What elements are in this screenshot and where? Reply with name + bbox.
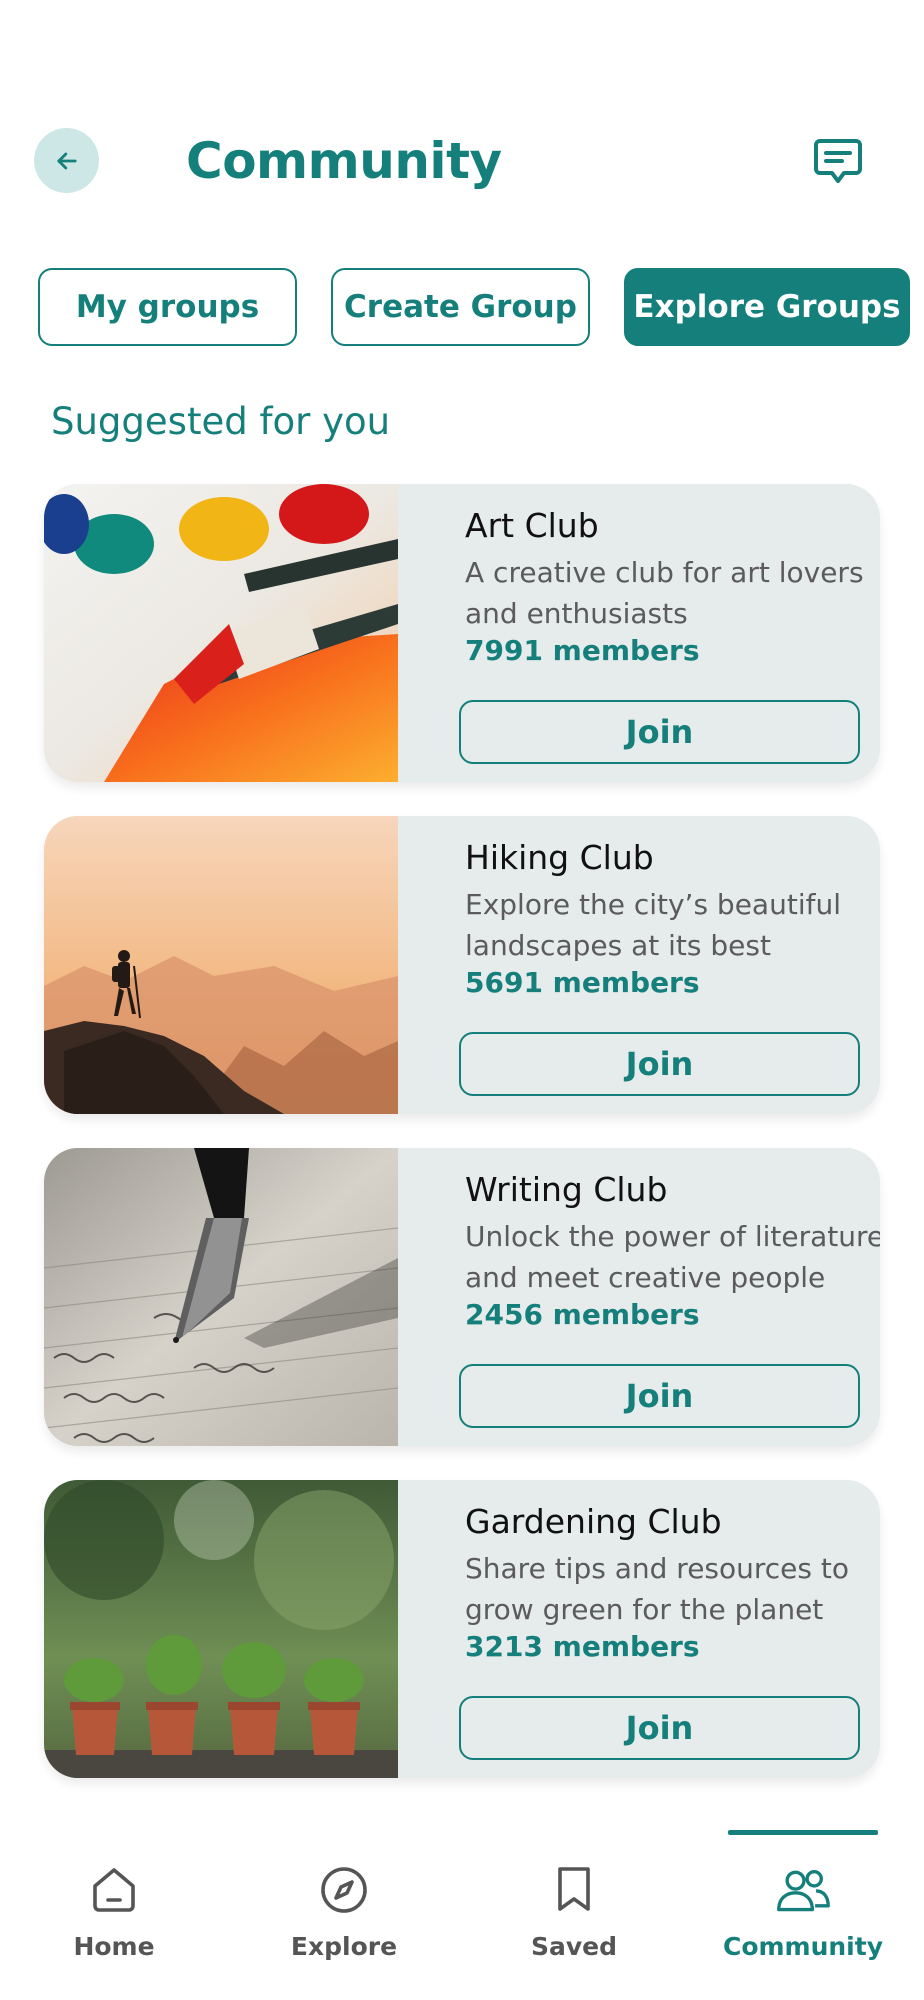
group-description-line: grow green for the planet: [465, 1593, 824, 1626]
group-tabs: My groups Create Group Explore Groups: [38, 268, 910, 348]
join-button[interactable]: Join: [459, 700, 860, 764]
group-card[interactable]: Art Club A creative club for art lovers …: [44, 484, 880, 782]
nav-community-label: Community: [722, 1932, 884, 1961]
group-description-line: and enthusiasts: [465, 597, 688, 630]
group-description-line: A creative club for art lovers: [465, 556, 864, 589]
nav-explore[interactable]: Explore: [244, 1830, 444, 1980]
group-description-line: and meet creative people: [465, 1261, 826, 1294]
nav-home-label: Home: [73, 1932, 155, 1961]
group-members-count: 2456 members: [465, 1298, 700, 1331]
compass-icon: [316, 1862, 372, 1918]
group-card-body: Writing Club Unlock the power of literat…: [459, 1148, 880, 1446]
group-description-line: Explore the city’s beautiful: [465, 888, 841, 921]
join-button[interactable]: Join: [459, 1696, 860, 1760]
nav-community[interactable]: Community: [703, 1830, 903, 1980]
nav-explore-label: Explore: [290, 1932, 398, 1961]
group-name: Art Club: [465, 506, 599, 545]
nav-home[interactable]: Home: [14, 1830, 214, 1980]
my-groups-button[interactable]: My groups: [38, 268, 297, 346]
chat-button[interactable]: [810, 136, 866, 188]
art-club-image: [44, 484, 398, 782]
header: Community: [0, 128, 924, 198]
group-name: Hiking Club: [465, 838, 654, 877]
bottom-nav: Home Explore Saved Community: [0, 1830, 924, 2000]
hiking-club-image: [44, 816, 398, 1114]
writing-club-image: [44, 1148, 398, 1446]
group-description-line: Unlock the power of literature: [465, 1220, 880, 1253]
group-card-body: Art Club A creative club for art lovers …: [459, 484, 880, 782]
group-description: Explore the city’s beautiful landscapes …: [465, 884, 880, 966]
group-card[interactable]: Hiking Club Explore the city’s beautiful…: [44, 816, 880, 1114]
group-members-count: 7991 members: [465, 634, 700, 667]
users-icon: [775, 1862, 831, 1918]
home-icon: [86, 1862, 142, 1918]
group-card-body: Gardening Club Share tips and resources …: [459, 1480, 880, 1778]
group-description: A creative club for art lovers and enthu…: [465, 552, 880, 634]
group-description: Share tips and resources to grow green f…: [465, 1548, 880, 1630]
message-icon: [814, 139, 862, 183]
back-button[interactable]: [34, 128, 99, 193]
group-description-line: landscapes at its best: [465, 929, 771, 962]
page-title: Community: [186, 132, 502, 190]
join-button[interactable]: Join: [459, 1364, 860, 1428]
group-members-count: 3213 members: [465, 1630, 700, 1663]
bookmark-icon: [546, 1862, 602, 1918]
group-card[interactable]: Gardening Club Share tips and resources …: [44, 1480, 880, 1778]
create-group-button[interactable]: Create Group: [331, 268, 590, 346]
section-title: Suggested for you: [51, 400, 391, 443]
group-name: Writing Club: [465, 1170, 668, 1209]
group-card-body: Hiking Club Explore the city’s beautiful…: [459, 816, 880, 1114]
group-members-count: 5691 members: [465, 966, 700, 999]
group-card[interactable]: Writing Club Unlock the power of literat…: [44, 1148, 880, 1446]
group-description: Unlock the power of literature and meet …: [465, 1216, 880, 1298]
arrow-left-icon: [56, 152, 77, 169]
join-button[interactable]: Join: [459, 1032, 860, 1096]
explore-groups-button[interactable]: Explore Groups: [624, 268, 910, 346]
group-description-line: Share tips and resources to: [465, 1552, 850, 1585]
nav-saved[interactable]: Saved: [474, 1830, 674, 1980]
gardening-club-image: [44, 1480, 398, 1778]
nav-saved-label: Saved: [530, 1932, 618, 1961]
group-name: Gardening Club: [465, 1502, 722, 1541]
